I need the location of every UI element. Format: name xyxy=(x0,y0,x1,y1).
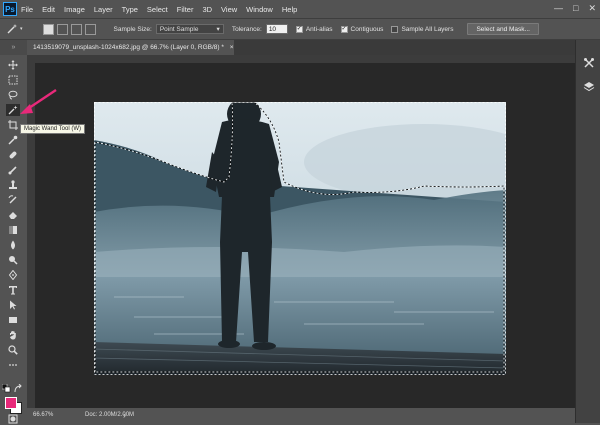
menu-image[interactable]: Image xyxy=(64,5,85,14)
sample-all-layers-checkbox[interactable] xyxy=(391,25,399,33)
rectangle-icon[interactable] xyxy=(6,314,20,326)
contiguous-checkbox[interactable]: ✓ xyxy=(340,25,348,33)
document-tab[interactable]: 1413519079_unsplash-1024x682.jpg @ 66.7%… xyxy=(27,40,234,55)
sample-size-select[interactable]: Point Sample ▾ xyxy=(155,24,224,34)
anti-alias-checkbox[interactable]: ✓ xyxy=(295,25,303,33)
magic-wand-icon xyxy=(7,24,17,34)
options-bar: ▾ Sample Size: Point Sample ▾ Tolerance:… xyxy=(0,18,600,40)
layers-icon[interactable] xyxy=(582,80,596,94)
pen-icon[interactable] xyxy=(6,269,20,281)
menu-3d[interactable]: 3D xyxy=(202,5,212,14)
gradient-icon[interactable] xyxy=(6,224,20,236)
menu-type[interactable]: Type xyxy=(122,5,138,14)
marquee-icon[interactable] xyxy=(6,74,20,86)
move-icon[interactable] xyxy=(6,59,20,71)
toolbar-collapse-button[interactable]: » xyxy=(0,40,27,55)
chevron-down-icon: ▾ xyxy=(216,26,220,33)
select-and-mask-button[interactable]: Select and Mask... xyxy=(467,23,539,35)
menu-edit[interactable]: Edit xyxy=(42,5,55,14)
tool-preset-picker[interactable]: ▾ xyxy=(6,23,23,35)
photo-scene xyxy=(94,102,506,375)
menu-bar: Ps File Edit Image Layer Type Select Fil… xyxy=(0,0,600,18)
foreground-color-swatch[interactable] xyxy=(5,397,17,409)
hand-icon[interactable] xyxy=(6,329,20,341)
chevron-down-icon: ▾ xyxy=(20,26,23,32)
tolerance-label: Tolerance: xyxy=(231,25,262,33)
clone-stamp-icon[interactable] xyxy=(6,179,20,191)
blur-icon[interactable] xyxy=(6,239,20,251)
sample-all-layers-label: Sample All Layers xyxy=(401,25,454,33)
anti-alias-label: Anti-alias xyxy=(305,25,333,33)
healing-brush-icon[interactable] xyxy=(6,149,20,161)
right-panel-dock xyxy=(575,40,600,423)
quick-mask-icon[interactable] xyxy=(6,413,20,425)
tolerance-input[interactable]: 10 xyxy=(265,24,288,34)
horizontal-ruler xyxy=(27,55,575,63)
menu-file[interactable]: File xyxy=(21,5,33,14)
sample-size-label: Sample Size: xyxy=(113,25,152,33)
status-menu-arrow[interactable]: › xyxy=(123,408,126,423)
document-image[interactable] xyxy=(94,102,506,375)
tools-options-icon[interactable] xyxy=(582,56,596,70)
menu-window[interactable]: Window xyxy=(246,5,273,14)
add-to-selection-icon[interactable] xyxy=(56,23,68,35)
menu-view[interactable]: View xyxy=(221,5,237,14)
eyedropper-icon[interactable] xyxy=(6,134,20,146)
close-button[interactable]: ✕ xyxy=(588,3,596,14)
document-tab-title: 1413519079_unsplash-1024x682.jpg @ 66.7%… xyxy=(33,44,224,51)
maximize-button[interactable]: □ xyxy=(573,3,578,14)
zoom-icon[interactable] xyxy=(6,344,20,356)
swap-colors-icon[interactable] xyxy=(14,384,24,393)
window-controls: — □ ✕ xyxy=(554,3,596,14)
zoom-level[interactable]: 66.67% xyxy=(33,408,53,423)
path-selection-icon[interactable] xyxy=(6,299,20,311)
history-brush-icon[interactable] xyxy=(6,194,20,206)
menu-select[interactable]: Select xyxy=(147,5,168,14)
type-icon[interactable] xyxy=(6,284,20,296)
minimize-button[interactable]: — xyxy=(554,3,563,14)
eraser-icon[interactable] xyxy=(6,209,20,221)
menu-layer[interactable]: Layer xyxy=(94,5,113,14)
default-colors-icon[interactable] xyxy=(2,384,12,393)
subtract-from-selection-icon[interactable] xyxy=(70,23,82,35)
intersect-selection-icon[interactable] xyxy=(84,23,96,35)
status-bar: 66.67% Doc: 2.00M/2.00M › xyxy=(27,408,575,423)
annotation-arrow xyxy=(20,89,57,114)
more-tools-icon[interactable] xyxy=(6,359,20,371)
close-tab-icon[interactable]: × xyxy=(230,44,234,51)
new-selection-icon[interactable] xyxy=(42,23,54,35)
menu-filter[interactable]: Filter xyxy=(177,5,194,14)
dodge-icon[interactable] xyxy=(6,254,20,266)
contiguous-label: Contiguous xyxy=(350,25,384,33)
menu-help[interactable]: Help xyxy=(282,5,297,14)
brush-icon[interactable] xyxy=(6,164,20,176)
document-size: Doc: 2.00M/2.00M xyxy=(85,412,135,418)
sample-size-value: Point Sample xyxy=(159,26,199,33)
photoshop-logo: Ps xyxy=(3,2,17,16)
